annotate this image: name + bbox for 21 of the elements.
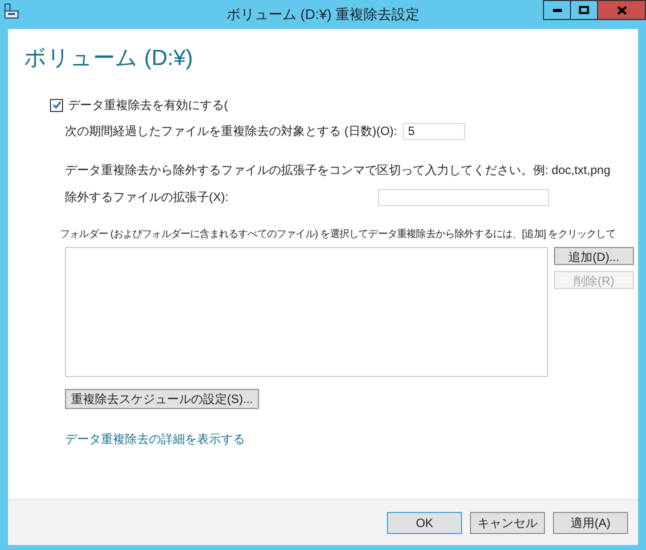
extensions-hint: データ重複除去から除外するファイルの拡張子をコンマで区切って入力してください。例: doc,txt,png [65,162,612,179]
age-label: 次の期間経過したファイルを重複除去の対象とする (日数)(O): [65,123,397,140]
dialog-button[interactable]: 適用(A) [553,512,628,534]
volume-heading: ボリューム (D:¥) [24,44,194,72]
dialog-button[interactable]: OK [387,512,462,534]
close-button[interactable] [598,0,646,20]
checkbox-label: データ重複除去を有効にする( [68,97,228,114]
schedule-button[interactable]: 重複除去スケジュールの設定(S)... [65,389,259,409]
close-icon [616,6,626,14]
add-button[interactable]: 追加(D)... [554,247,634,265]
maximize-button[interactable] [571,0,598,20]
details-link[interactable]: データ重複除去の詳細を表示する [65,430,245,448]
checkbox[interactable] [50,98,63,112]
app-icon [3,3,20,20]
window-title: ボリューム (D:¥) 重複除去設定 [226,5,420,23]
age-field[interactable]: 5 [403,122,465,140]
extensions-field[interactable] [378,188,549,206]
minimize-button[interactable] [543,0,571,20]
dialog-button[interactable]: キャンセル [470,512,545,534]
folders-hint: フォルダー (およびフォルダーに含まれるすべてのファイル) を選択してデータ重複除去から除外するには、[追加] をクリックして [60,228,616,242]
extensions-label: 除外するファイルの拡張子(X): [65,189,230,206]
